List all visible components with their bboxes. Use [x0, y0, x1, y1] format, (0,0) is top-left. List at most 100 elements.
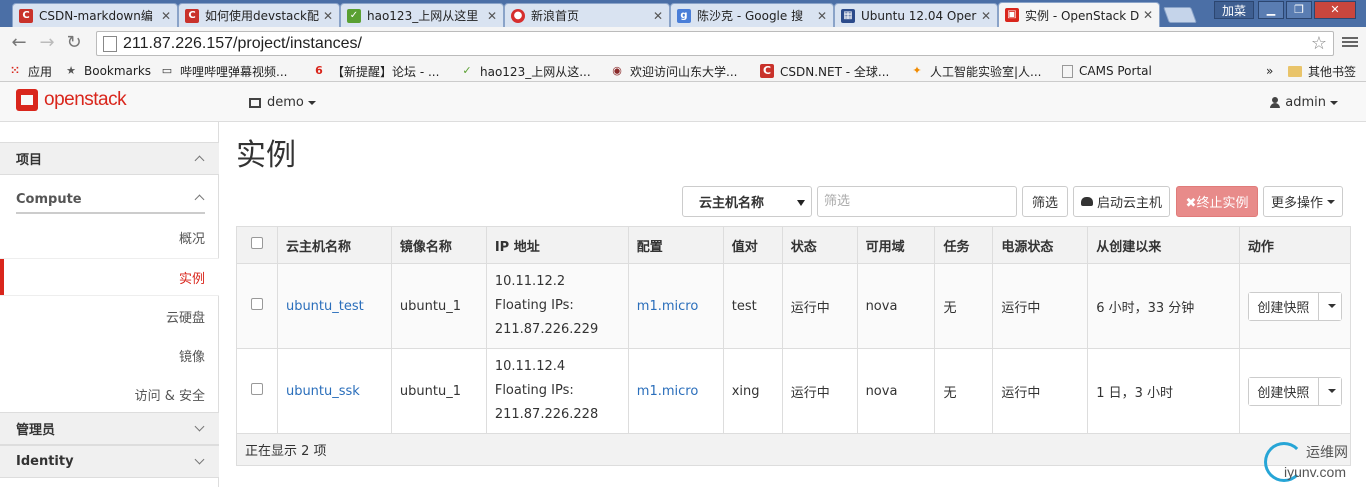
- watermark-text-en: iyunv.com: [1284, 464, 1346, 480]
- other-bookmarks-folder[interactable]: 其他书签: [1288, 63, 1356, 79]
- ai-lab-icon: ✦: [912, 64, 922, 77]
- flavor-link[interactable]: m1.micro: [637, 384, 699, 399]
- watermark-text-cn: 运维网: [1306, 445, 1348, 461]
- terminate-instances-button[interactable]: ✖终止实例: [1176, 186, 1258, 217]
- sidebar-item-overview[interactable]: 概况: [0, 218, 219, 256]
- instance-name-cell: ubuntu_test: [276, 263, 392, 349]
- close-icon[interactable]: ✕: [323, 9, 333, 23]
- browser-tab[interactable]: ✓ hao123_上网从这里 ✕: [340, 3, 504, 27]
- tab-label: Ubuntu 12.04 Oper: [861, 8, 977, 23]
- bookmark-item[interactable]: C CSDN.NET - 全球...: [760, 63, 889, 79]
- browser-tab[interactable]: C CSDN-markdown编 ✕: [12, 3, 178, 27]
- site-watermark: 运维网 iyunv.com: [1262, 438, 1362, 486]
- openstack-logo[interactable]: openstack: [16, 89, 127, 111]
- close-icon[interactable]: ✕: [653, 9, 663, 23]
- column-header[interactable]: 镜像名称: [390, 226, 487, 264]
- column-header[interactable]: 云主机名称: [276, 226, 392, 264]
- folder-icon: [1288, 65, 1302, 77]
- row-actions-dropdown[interactable]: [1318, 377, 1341, 405]
- close-icon[interactable]: ✕: [981, 9, 991, 23]
- column-header[interactable]: 值对: [722, 226, 783, 264]
- bookmark-label: CAMS Portal: [1079, 64, 1152, 78]
- chrome-menu-icon[interactable]: [1342, 35, 1358, 51]
- column-header[interactable]: 电源状态: [992, 226, 1089, 264]
- bookmark-apps[interactable]: ⁙ 应用: [8, 63, 52, 79]
- browser-tab[interactable]: ▦ Ubuntu 12.04 Oper ✕: [834, 3, 998, 27]
- sidebar-section-project[interactable]: 项目: [0, 142, 219, 175]
- browser-tab[interactable]: C 如何使用devstack配 ✕: [178, 3, 340, 27]
- sidebar-item-instances[interactable]: 实例: [0, 258, 219, 296]
- table-row: ubuntu_test ubuntu_1 10.11.12.2 Floating…: [236, 263, 1352, 349]
- keypair-cell: xing: [722, 348, 783, 434]
- bookmark-item[interactable]: ✓ hao123_上网从这...: [460, 63, 590, 79]
- bookmark-item[interactable]: ▭ 哔哩哔哩弹幕视频...: [160, 63, 288, 79]
- column-header[interactable]: 从创建以来: [1087, 226, 1240, 264]
- column-header[interactable]: IP 地址: [485, 226, 629, 264]
- browser-tab-strip: C CSDN-markdown编 ✕ C 如何使用devstack配 ✕ ✓ h…: [0, 0, 1366, 27]
- address-bar[interactable]: 211.87.226.157/project/instances/ ☆: [96, 31, 1334, 56]
- image-name-cell: ubuntu_1: [390, 263, 487, 349]
- create-snapshot-button[interactable]: 创建快照: [1248, 292, 1319, 320]
- chevron-down-icon: [194, 421, 205, 432]
- flavor-link[interactable]: m1.micro: [637, 299, 699, 314]
- column-header[interactable]: 任务: [934, 226, 994, 264]
- sidebar-item-images[interactable]: 镜像: [0, 336, 219, 374]
- close-icon[interactable]: ✕: [817, 9, 827, 23]
- forward-icon[interactable]: →: [37, 33, 57, 53]
- status-cell: 运行中: [781, 348, 858, 434]
- keypair-cell: test: [722, 263, 783, 349]
- column-header[interactable]: 配置: [627, 226, 724, 264]
- column-header[interactable]: 状态: [781, 226, 858, 264]
- close-icon[interactable]: ✕: [487, 9, 497, 23]
- reload-icon[interactable]: ↻: [64, 33, 84, 53]
- browser-tab[interactable]: ● 新浪首页 ✕: [504, 3, 670, 27]
- close-icon[interactable]: ✕: [161, 9, 171, 23]
- bookmark-label: 其他书签: [1308, 64, 1357, 79]
- sidebar-item-volumes[interactable]: 云硬盘: [0, 297, 219, 335]
- window-user-badge[interactable]: 加菜: [1214, 1, 1254, 19]
- back-icon[interactable]: ←: [9, 33, 29, 53]
- bookmark-folder[interactable]: ★ Bookmarks: [64, 63, 151, 79]
- bookmark-item[interactable]: 6 【新提醒】论坛 - ...: [312, 63, 439, 79]
- bookmark-item[interactable]: ✦ 人工智能实验室|人...: [910, 63, 1041, 79]
- instance-name-cell: ubuntu_ssk: [276, 348, 392, 434]
- window-close-icon[interactable]: ✕: [1314, 1, 1356, 19]
- create-snapshot-button[interactable]: 创建快照: [1248, 377, 1319, 405]
- launch-instance-button[interactable]: 启动云主机: [1073, 186, 1170, 217]
- sidebar-group-compute[interactable]: Compute: [0, 181, 219, 217]
- bookmark-star-icon[interactable]: ☆: [1311, 33, 1327, 54]
- row-actions-dropdown[interactable]: [1318, 292, 1341, 320]
- row-checkbox[interactable]: [250, 383, 263, 395]
- bookmark-label: 欢迎访问山东大学...: [630, 64, 738, 79]
- task-cell: 无: [934, 348, 994, 434]
- row-checkbox[interactable]: [250, 298, 263, 310]
- sidebar-item-access-security[interactable]: 访问 & 安全: [0, 375, 219, 413]
- more-actions-button[interactable]: 更多操作: [1263, 186, 1343, 217]
- close-icon[interactable]: ✕: [1143, 8, 1153, 22]
- floating-ip: 211.87.226.229: [494, 322, 599, 337]
- minimize-icon[interactable]: ▁: [1258, 1, 1284, 19]
- browser-tab-active[interactable]: ▣ 实例 - OpenStack D ✕: [998, 2, 1160, 27]
- column-header[interactable]: 可用域: [856, 226, 936, 264]
- group-divider: [16, 212, 205, 214]
- filter-input[interactable]: [817, 186, 1017, 217]
- instance-name-link[interactable]: ubuntu_ssk: [286, 384, 360, 399]
- filter-field-select[interactable]: 云主机名称: [682, 186, 812, 217]
- filter-button[interactable]: 筛选: [1022, 186, 1068, 217]
- power-state-cell: 运行中: [992, 348, 1089, 434]
- restore-icon[interactable]: ❐: [1286, 1, 1312, 19]
- new-tab-button[interactable]: [1163, 7, 1197, 23]
- sidebar-section-admin[interactable]: 管理员: [0, 412, 219, 445]
- bookmarks-overflow-button[interactable]: »: [1266, 63, 1273, 79]
- bookmark-item[interactable]: CAMS Portal: [1062, 63, 1152, 79]
- bookmark-label: 应用: [28, 64, 53, 79]
- user-menu[interactable]: admin: [1270, 95, 1338, 110]
- select-all-checkbox[interactable]: [250, 237, 263, 249]
- project-switcher[interactable]: demo: [249, 95, 316, 110]
- bookmark-item[interactable]: ◉ 欢迎访问山东大学...: [610, 63, 737, 79]
- url-text[interactable]: 211.87.226.157/project/instances/: [123, 35, 362, 53]
- caret-down-icon: [1327, 199, 1335, 204]
- instance-name-link[interactable]: ubuntu_test: [286, 299, 364, 314]
- sidebar-section-identity[interactable]: Identity: [0, 445, 219, 478]
- browser-tab[interactable]: g 陈沙克 - Google 搜 ✕: [670, 3, 834, 27]
